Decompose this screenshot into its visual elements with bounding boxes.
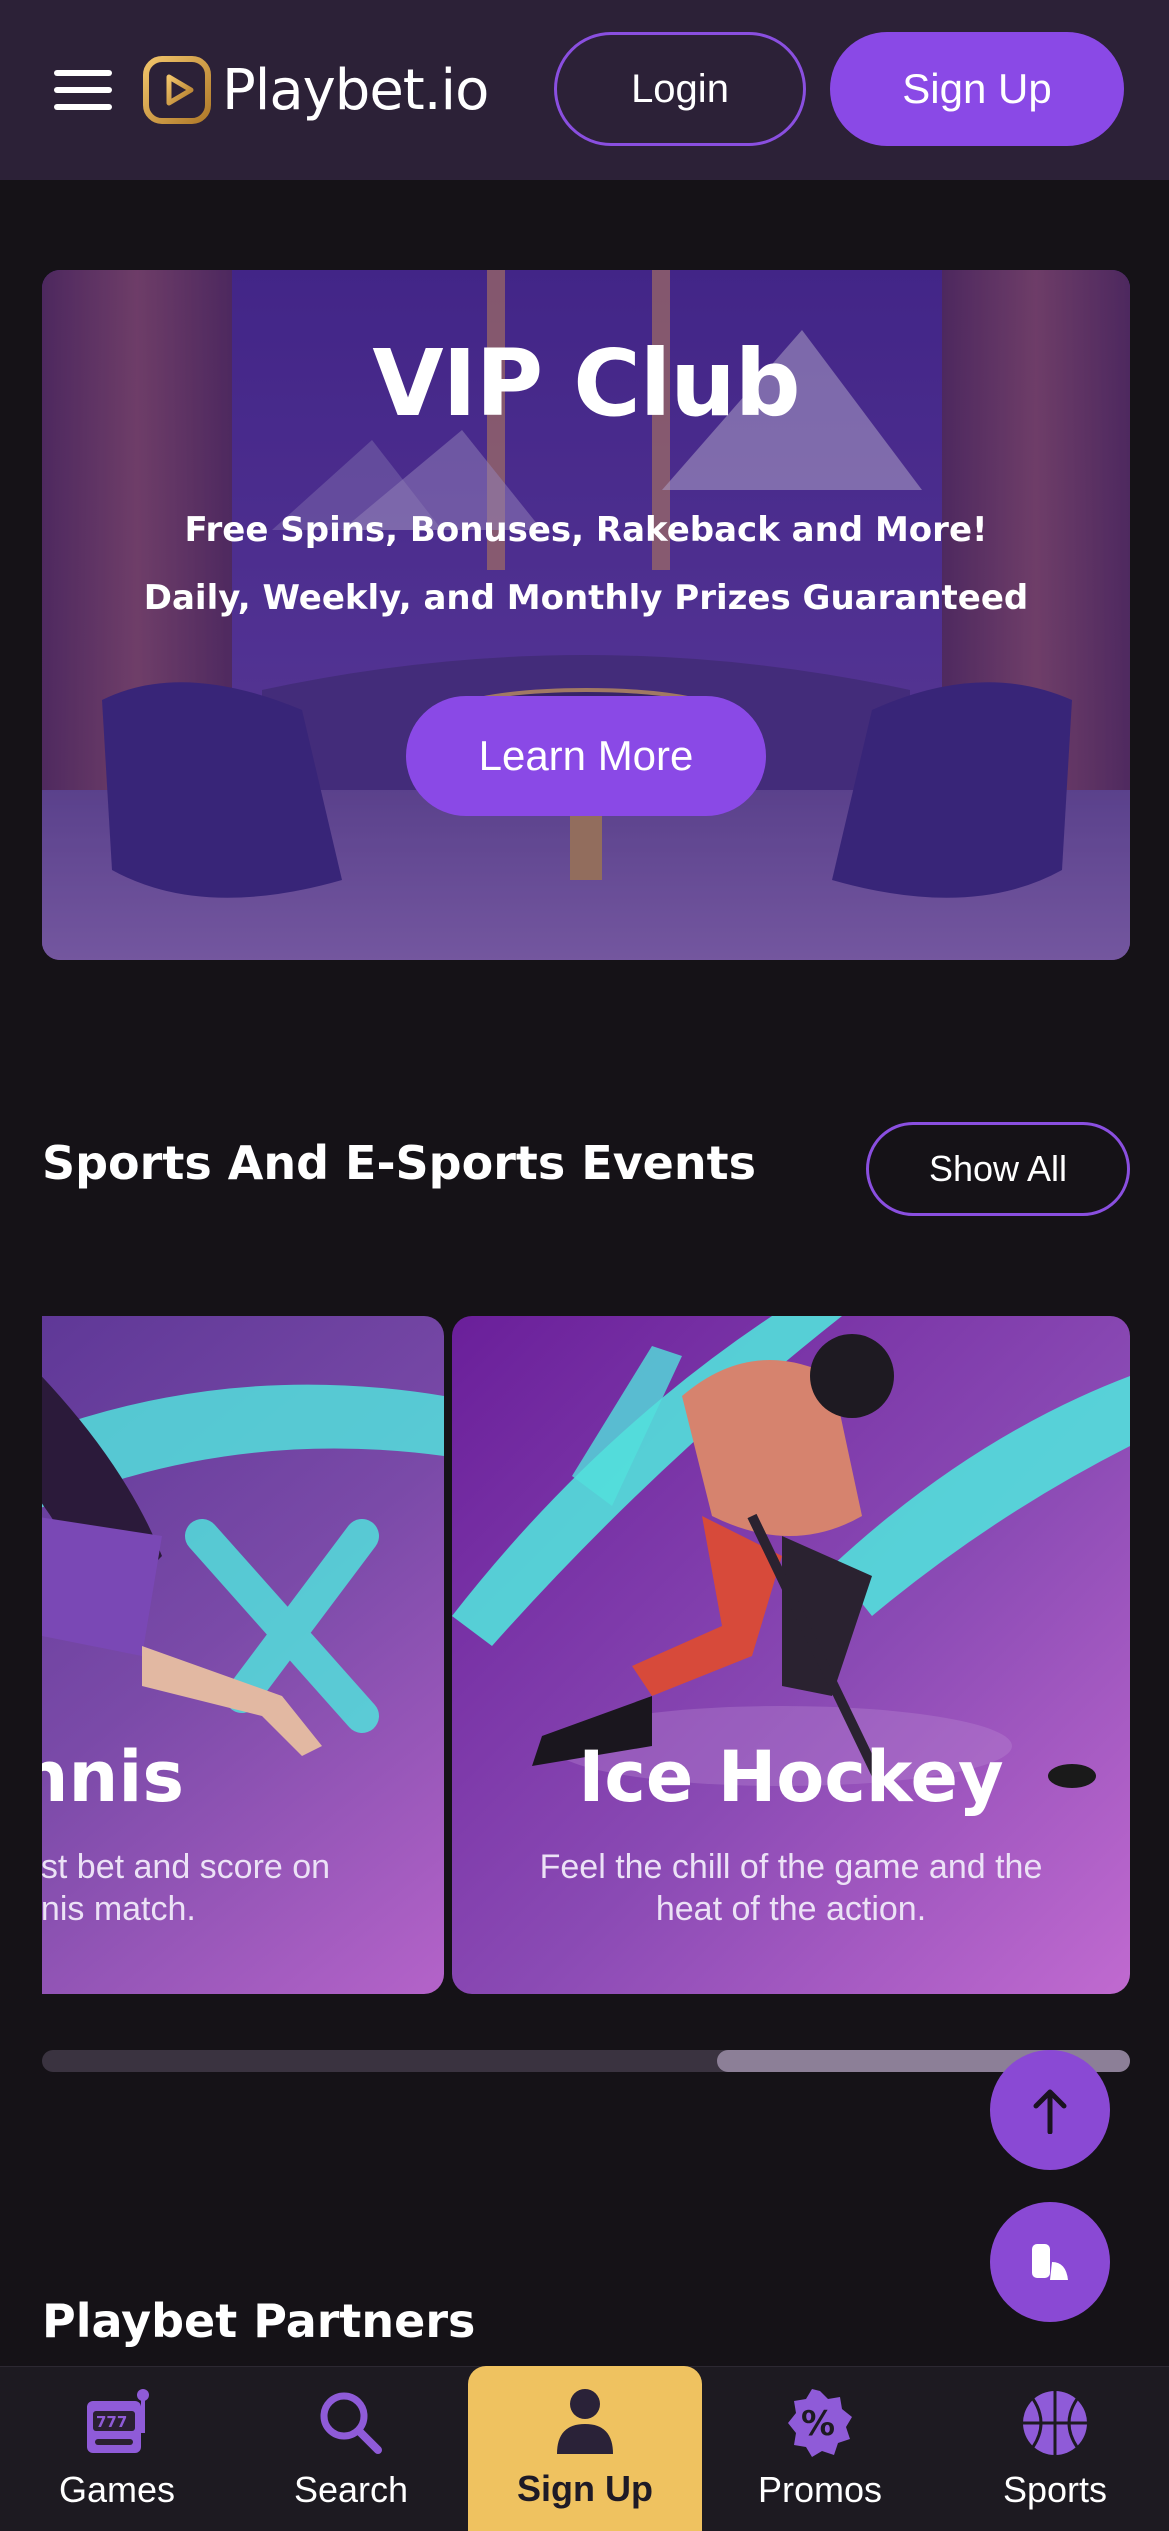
- nav-label-games: Games: [58, 2469, 176, 2510]
- signup-button[interactable]: Sign Up: [830, 32, 1124, 146]
- scroll-to-top-button[interactable]: [990, 2050, 1110, 2170]
- ice-hockey-card-title: Ice Hockey: [578, 1736, 1004, 1818]
- svg-text:777: 777: [96, 2413, 127, 2431]
- slot-machine-icon: 777: [87, 2389, 149, 2453]
- page: Playbet.io Login Sign Up VIP Club Free S…: [0, 0, 1169, 2531]
- sports-carousel[interactable]: nnis est bet and score on nnis match.: [42, 1316, 1130, 1994]
- hamburger-menu-icon[interactable]: [54, 70, 112, 110]
- learn-more-button[interactable]: Learn More: [406, 696, 766, 816]
- nav-item-search[interactable]: Search: [274, 2367, 428, 2531]
- arrow-up-icon: [1033, 2089, 1067, 2134]
- support-chat-button[interactable]: [990, 2202, 1110, 2322]
- vip-subtitle-line2: Daily, Weekly, and Monthly Prizes Guaran…: [143, 578, 1029, 618]
- carousel-scrollbar[interactable]: [42, 2050, 1130, 2072]
- vip-subtitle-line1: Free Spins, Bonuses, Rakeback and More!: [184, 510, 988, 550]
- nav-item-signup[interactable]: Sign Up: [468, 2366, 702, 2531]
- sports-section-title: Sports And E-Sports Events: [42, 1136, 756, 1190]
- logo-text: Playbet.io: [222, 57, 489, 123]
- search-icon: [320, 2392, 382, 2454]
- nav-item-sports[interactable]: Sports: [978, 2367, 1132, 2531]
- tennis-card-description: est bet and score on nnis match.: [42, 1848, 331, 1928]
- nav-label-sports: Sports: [1002, 2469, 1108, 2510]
- top-header: Playbet.io Login Sign Up: [0, 0, 1169, 180]
- partners-section-title: Playbet Partners: [42, 2294, 476, 2348]
- sport-card-tennis[interactable]: nnis est bet and score on nnis match.: [42, 1316, 444, 1994]
- sport-card-ice-hockey[interactable]: Ice Hockey Feel the chill of the game an…: [452, 1316, 1130, 1994]
- login-button[interactable]: Login: [554, 32, 806, 146]
- nav-label-promos: Promos: [757, 2469, 883, 2510]
- vip-club-banner[interactable]: VIP Club Free Spins, Bonuses, Rakeback a…: [42, 270, 1130, 960]
- support-chat-icon: [1032, 2244, 1068, 2280]
- percent-badge-icon: %: [788, 2389, 852, 2457]
- nav-item-promos[interactable]: % Promos: [738, 2367, 902, 2531]
- user-icon: [557, 2389, 613, 2454]
- tennis-card-title: nnis: [42, 1736, 184, 1818]
- basketball-icon: [1023, 2391, 1087, 2455]
- nav-label-search: Search: [293, 2469, 409, 2510]
- ice-hockey-card-description: Feel the chill of the game and the heat …: [539, 1848, 1043, 1928]
- brand-logo[interactable]: Playbet.io: [142, 52, 489, 128]
- nav-label-signup: Sign Up: [517, 2468, 653, 2509]
- nav-item-games[interactable]: 777 Games: [40, 2367, 194, 2531]
- show-all-button[interactable]: Show All: [866, 1122, 1130, 1216]
- svg-text:%: %: [801, 2404, 835, 2444]
- play-logo-icon: [143, 56, 211, 124]
- vip-title: VIP Club: [372, 330, 800, 437]
